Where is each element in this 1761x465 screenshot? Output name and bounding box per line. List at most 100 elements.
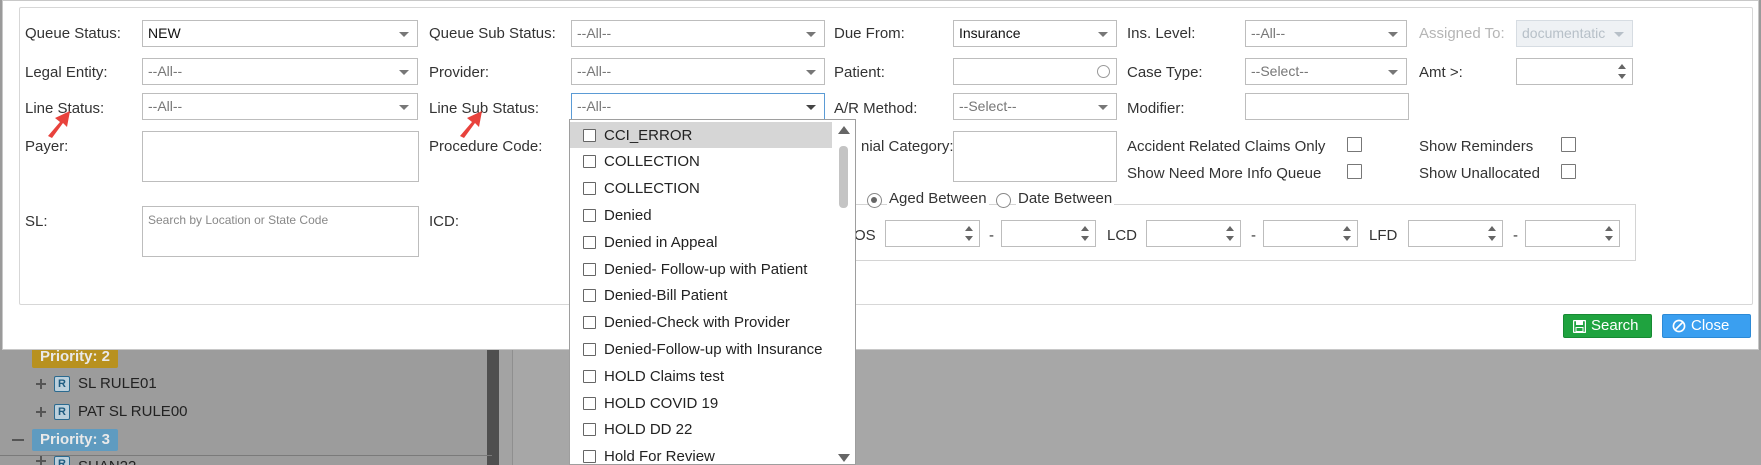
dropdown-option[interactable]: Denied- Follow-up with Patient: [570, 256, 832, 282]
line-status-select[interactable]: --All--: [142, 93, 418, 120]
panel-scrollbar[interactable]: [487, 350, 499, 465]
spinner-icon[interactable]: [965, 226, 974, 242]
due-from-select[interactable]: Insurance: [953, 20, 1117, 47]
chevron-down-icon: [1388, 32, 1398, 37]
line-sub-status-dropdown: CCI_ERROR COLLECTION COLLECTION Denied Denie…: [569, 119, 856, 465]
scroll-thumb[interactable]: [839, 146, 848, 208]
date-between-radio[interactable]: [996, 193, 1011, 208]
option-checkbox[interactable]: [583, 369, 596, 383]
modifier-label: Modifier:: [1127, 100, 1185, 117]
lfd-to-input[interactable]: [1525, 220, 1620, 247]
option-checkbox[interactable]: [583, 342, 596, 356]
expand-icon[interactable]: [36, 407, 46, 417]
scroll-down-icon[interactable]: [838, 454, 850, 462]
option-checkbox[interactable]: [583, 423, 596, 437]
spinner-icon[interactable]: [1226, 226, 1235, 242]
dropdown-option[interactable]: HOLD COVID 19: [570, 390, 832, 416]
assigned-to-value: documentatic: [1522, 25, 1606, 41]
provider-select[interactable]: --All--: [571, 58, 825, 85]
chevron-down-icon: [399, 70, 409, 75]
ins-level-label: Ins. Level:: [1127, 25, 1196, 42]
collapse-icon[interactable]: [12, 439, 24, 441]
ins-level-select[interactable]: --All--: [1245, 20, 1407, 47]
option-checkbox[interactable]: [583, 262, 596, 276]
spinner-icon[interactable]: [1605, 226, 1614, 242]
show-need-more-info-checkbox[interactable]: [1347, 164, 1362, 179]
tree-item-label: SL RULE01: [78, 375, 157, 392]
dropdown-option[interactable]: Denied-Follow-up with Insurance: [570, 336, 832, 362]
option-label: CCI_ERROR: [604, 126, 693, 144]
lfd-from-input[interactable]: [1408, 220, 1503, 247]
line-sub-status-value: --All--: [577, 98, 612, 114]
aged-between-radio[interactable]: [867, 193, 882, 208]
spinner-icon[interactable]: [1618, 64, 1627, 80]
case-type-label: Case Type:: [1127, 64, 1203, 81]
spinner-icon[interactable]: [1081, 226, 1090, 242]
option-label: Denied-Follow-up with Insurance: [604, 340, 823, 358]
close-button[interactable]: Close: [1662, 314, 1751, 338]
dropdown-option[interactable]: CCI_ERROR: [570, 122, 832, 148]
dropdown-option[interactable]: COLLECTION: [570, 176, 832, 202]
ar-method-select[interactable]: --Select--: [953, 93, 1117, 120]
queue-status-value: NEW: [148, 25, 181, 41]
dropdown-option[interactable]: HOLD DD 22: [570, 417, 832, 443]
denial-category-input[interactable]: [953, 131, 1117, 182]
show-reminders-checkbox[interactable]: [1561, 137, 1576, 152]
modifier-input[interactable]: [1245, 93, 1409, 120]
queue-sub-status-select[interactable]: --All--: [571, 20, 825, 47]
option-label: Denied-Check with Provider: [604, 314, 790, 332]
assigned-to-label: Assigned To:: [1419, 25, 1505, 42]
legal-entity-select[interactable]: --All--: [142, 58, 418, 85]
dos-to-input[interactable]: [1001, 220, 1096, 247]
dropdown-option[interactable]: COLLECTION: [570, 149, 832, 175]
expand-icon[interactable]: [36, 456, 46, 465]
expand-icon[interactable]: [36, 379, 46, 389]
option-checkbox[interactable]: [583, 396, 596, 410]
queue-status-label: Queue Status:: [25, 25, 121, 42]
option-checkbox[interactable]: [583, 182, 596, 196]
dropdown-option[interactable]: Denied: [570, 202, 832, 228]
dos-from-input[interactable]: [885, 220, 980, 247]
option-checkbox[interactable]: [583, 235, 596, 249]
line-sub-status-select[interactable]: --All--: [571, 93, 825, 120]
scroll-up-icon[interactable]: [838, 126, 850, 134]
line-status-value: --All--: [148, 98, 183, 114]
dropdown-option[interactable]: Denied in Appeal: [570, 229, 832, 255]
queue-status-select[interactable]: NEW: [142, 20, 418, 47]
dropdown-option[interactable]: Denied-Bill Patient: [570, 283, 832, 309]
spinner-icon[interactable]: [1343, 226, 1352, 242]
tree-item-sl-rule01[interactable]: R SL RULE01: [36, 373, 157, 395]
tree-item-label: SHAN22: [78, 456, 136, 465]
lcd-to-input[interactable]: [1263, 220, 1358, 247]
icd-label: ICD:: [429, 213, 459, 230]
sl-input[interactable]: Search by Location or State Code: [142, 206, 419, 257]
search-button[interactable]: Search: [1563, 314, 1652, 338]
option-checkbox[interactable]: [583, 450, 596, 464]
option-checkbox[interactable]: [583, 316, 596, 330]
annotation-arrow-icon: [460, 111, 482, 138]
show-unallocated-checkbox[interactable]: [1561, 164, 1576, 179]
patient-lookup[interactable]: [953, 58, 1117, 85]
dropdown-scrollbar[interactable]: [833, 120, 855, 464]
range-dash: -: [989, 227, 994, 244]
payer-input[interactable]: [142, 131, 419, 182]
lookup-icon[interactable]: [1097, 65, 1110, 78]
dropdown-option[interactable]: Hold For Review: [570, 444, 832, 464]
dropdown-option[interactable]: HOLD Claims test: [570, 363, 832, 389]
case-type-select[interactable]: --Select--: [1245, 58, 1407, 85]
tree-item-pat-sl-rule00[interactable]: R PAT SL RULE00: [36, 401, 188, 423]
option-checkbox[interactable]: [583, 128, 596, 142]
option-checkbox[interactable]: [583, 155, 596, 169]
priority-3-badge[interactable]: Priority: 3: [32, 429, 119, 451]
chevron-down-icon: [806, 32, 816, 37]
accident-related-checkbox[interactable]: [1347, 137, 1362, 152]
assigned-to-select: documentatic: [1516, 20, 1633, 47]
option-checkbox[interactable]: [583, 289, 596, 303]
lcd-from-input[interactable]: [1146, 220, 1241, 247]
option-checkbox[interactable]: [583, 208, 596, 222]
amt-input[interactable]: [1516, 58, 1633, 85]
dropdown-option[interactable]: Denied-Check with Provider: [570, 310, 832, 336]
date-between-label: Date Between: [1016, 190, 1115, 207]
tree-item-shan22[interactable]: R SHAN22: [36, 456, 136, 465]
spinner-icon[interactable]: [1488, 226, 1497, 242]
